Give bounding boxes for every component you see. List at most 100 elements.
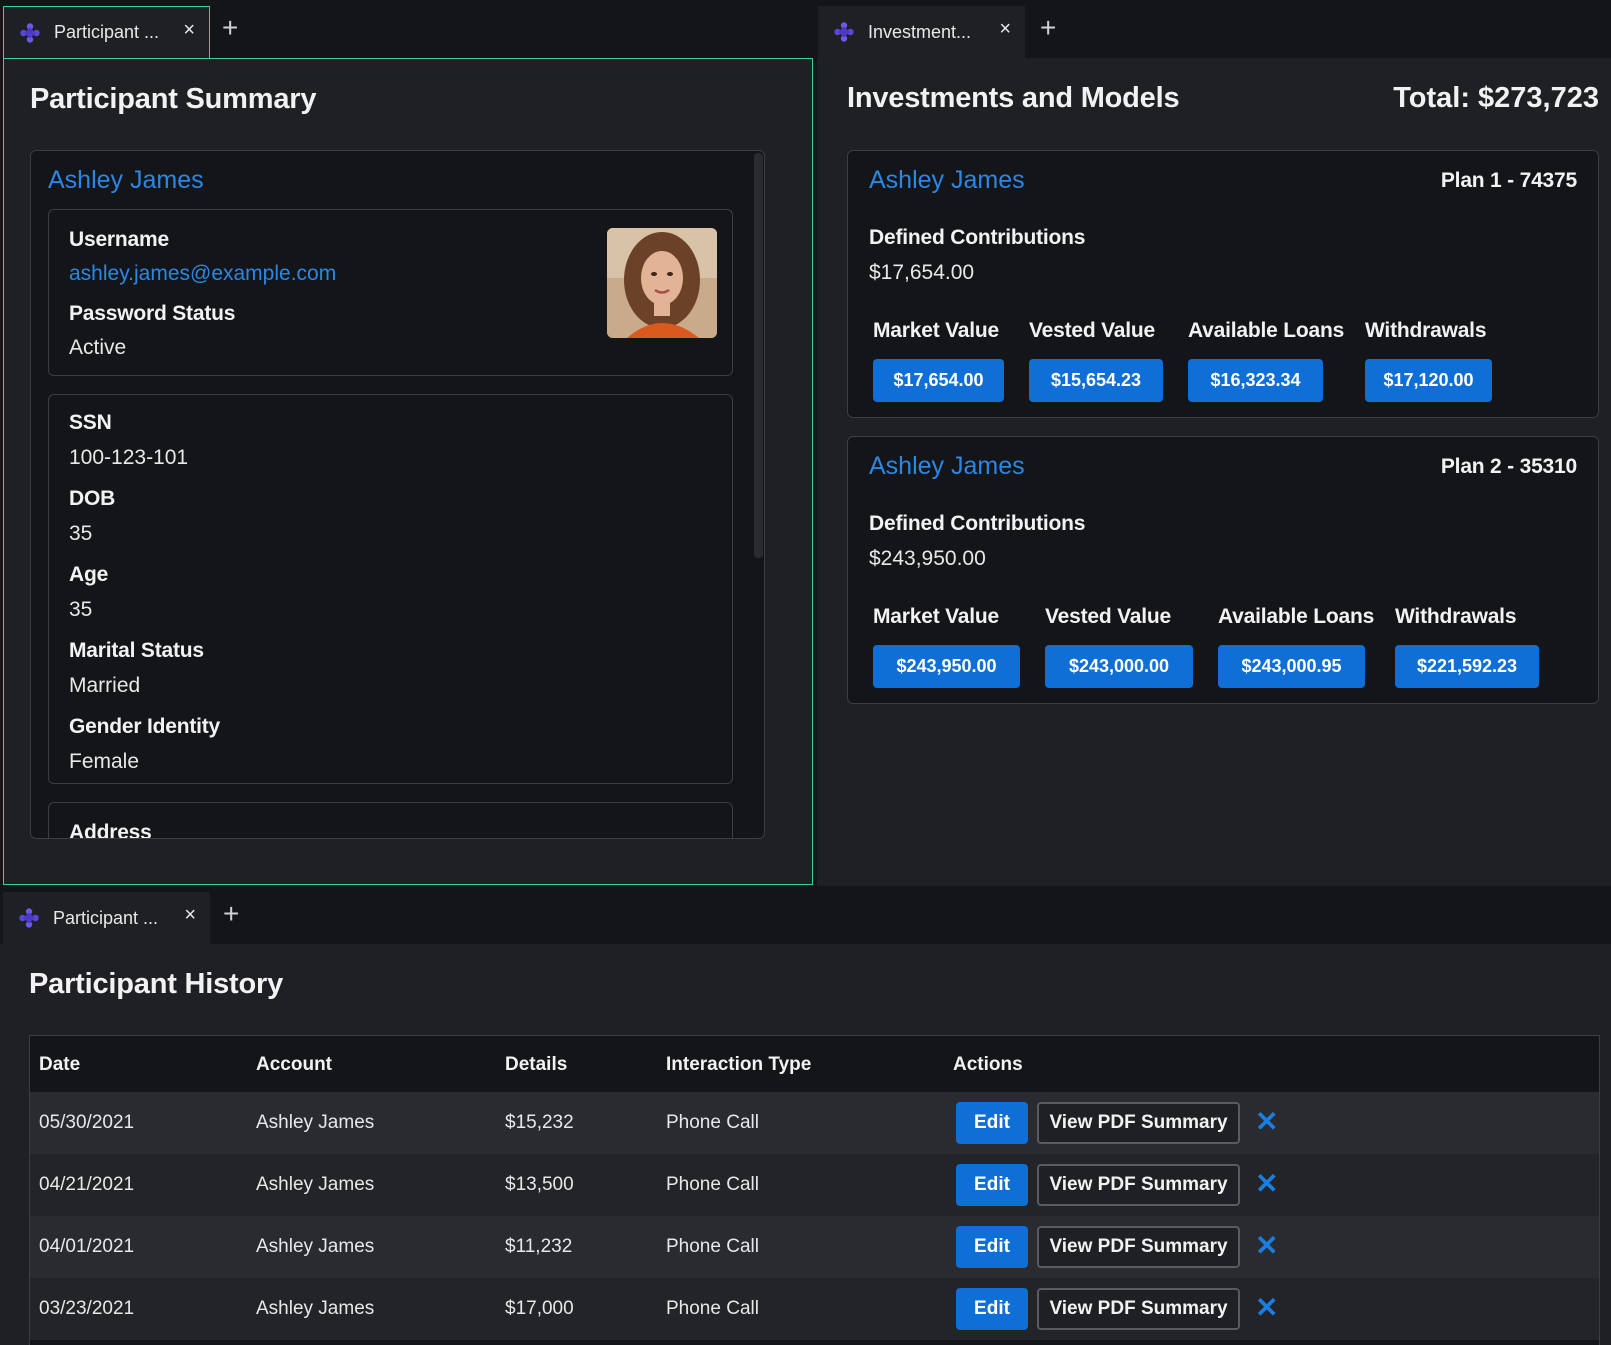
cell-account: Ashley James [256,1112,375,1133]
defined-contributions-label: Defined Contributions [869,226,1086,249]
defined-contributions-value: $17,654.00 [869,261,975,284]
marital-status-value: Married [69,674,141,697]
view-pdf-summary-button[interactable]: View PDF Summary [1037,1164,1240,1206]
cell-details: $13,500 [505,1174,574,1195]
page-title: Participant Summary [30,83,317,115]
withdrawals-badge[interactable]: $221,592.23 [1395,645,1539,688]
cell-interaction-type: Phone Call [666,1298,759,1319]
plan-id: Plan 2 - 35310 [1440,455,1577,478]
withdrawals-badge[interactable]: $17,120.00 [1365,359,1492,402]
age-value: 35 [69,598,93,621]
view-pdf-summary-button[interactable]: View PDF Summary [1037,1226,1240,1268]
history-tabstrip [0,886,1611,942]
investments-pane: Investment... × + Investments and Models… [817,0,1611,888]
edit-button[interactable]: Edit [956,1288,1028,1330]
withdrawals-label: Withdrawals [1365,319,1487,342]
tab-label: Investment... [868,21,972,42]
scrollbar-thumb[interactable] [754,153,763,558]
avatar-photo-icon [607,228,717,338]
new-tab-button[interactable]: + [222,14,238,42]
edit-button[interactable]: Edit [956,1226,1028,1268]
edit-button[interactable]: Edit [956,1164,1028,1206]
available-loans-label: Available Loans [1188,319,1345,342]
vested-value-label: Vested Value [1045,605,1172,628]
cell-interaction-type: Phone Call [666,1112,759,1133]
username-label: Username [69,228,169,251]
edit-button[interactable]: Edit [956,1102,1028,1144]
delete-x-icon[interactable]: ✕ [1255,1229,1278,1262]
participant-name-link[interactable]: Ashley James [48,166,204,195]
cell-interaction-type: Phone Call [666,1174,759,1195]
market-value-badge[interactable]: $17,654.00 [873,359,1004,402]
view-pdf-summary-button[interactable]: View PDF Summary [1037,1288,1240,1330]
participant-history-pane: Participant ... × + Participant History … [0,886,1611,1345]
avatar [607,228,717,338]
dob-label: DOB [69,487,116,510]
app-logo-icon [19,908,39,928]
cell-details: $11,232 [505,1236,573,1257]
tab-participant-history[interactable]: Participant ... × [3,892,210,944]
history-content: Participant History Date Account Details… [0,944,1611,1345]
cell-date: 04/01/2021 [39,1236,135,1257]
table-row: 04/01/2021 Ashley James $11,232 Phone Call E… [30,1216,1599,1278]
ssn-label: SSN [69,411,112,434]
market-value-badge[interactable]: $243,950.00 [873,645,1020,688]
cell-date: 05/30/2021 [39,1112,135,1133]
plan-participant-name[interactable]: Ashley James [869,452,1025,481]
close-icon[interactable]: × [183,19,195,42]
app-logo-icon [20,22,40,43]
close-icon[interactable]: × [184,904,196,927]
column-header-date[interactable]: Date [39,1054,80,1076]
tab-investments[interactable]: Investment... × [818,6,1025,58]
password-status-label: Password Status [69,302,236,325]
marital-status-label: Marital Status [69,639,204,662]
vested-value-badge[interactable]: $243,000.00 [1045,645,1193,688]
vested-value-label: Vested Value [1029,319,1156,342]
available-loans-label: Available Loans [1218,605,1375,628]
participant-card: Ashley James Username ashley.james@examp… [30,150,765,839]
participant-summary-pane: Participant ... × + Participant Summary … [0,0,814,888]
history-table: Date Account Details Interaction Type Ac… [29,1035,1600,1345]
column-header-account[interactable]: Account [256,1054,332,1076]
account-credentials-box: Username ashley.james@example.com Passwo… [48,209,733,376]
tab-label: Participant ... [54,22,160,42]
username-link[interactable]: ashley.james@example.com [69,262,336,286]
dob-value: 35 [69,522,93,545]
personal-details-box: SSN 100-123-101 DOB 35 Age 35 Marital St… [48,394,733,784]
delete-x-icon[interactable]: ✕ [1255,1105,1278,1138]
column-header-interaction-type[interactable]: Interaction Type [666,1054,811,1076]
cell-account: Ashley James [256,1298,375,1319]
cell-account: Ashley James [256,1174,375,1195]
column-header-details[interactable]: Details [505,1054,567,1076]
available-loans-badge[interactable]: $243,000.95 [1218,645,1365,688]
plan-participant-name[interactable]: Ashley James [869,166,1025,195]
investments-content: Investments and Models Total: $273,723 A… [817,58,1611,888]
defined-contributions-value: $243,950.00 [869,547,986,570]
tab-participant-summary[interactable]: Participant ... × [3,6,210,58]
cell-date: 03/23/2021 [39,1298,135,1319]
new-tab-button[interactable]: + [223,900,239,928]
plan-card: Ashley James Plan 1 - 74375 Defined Cont… [847,150,1599,418]
page-title: Participant History [29,968,284,1000]
cell-details: $15,232 [505,1112,574,1133]
table-row: 03/23/2021 Ashley James $17,000 Phone Call E… [30,1278,1599,1340]
delete-x-icon[interactable]: ✕ [1255,1291,1278,1324]
address-label: Address [69,821,152,839]
summary-content: Participant Summary Ashley James Usernam… [3,58,813,885]
column-header-actions: Actions [953,1054,1023,1075]
vested-value-badge[interactable]: $15,654.23 [1029,359,1163,402]
available-loans-badge[interactable]: $16,323.34 [1188,359,1323,402]
new-tab-button[interactable]: + [1040,14,1056,42]
plan-id: Plan 1 - 74375 [1440,169,1577,192]
delete-x-icon[interactable]: ✕ [1255,1167,1278,1200]
view-pdf-summary-button[interactable]: View PDF Summary [1037,1102,1240,1144]
market-value-label: Market Value [873,319,999,342]
scrollbar-track[interactable] [753,153,763,835]
ssn-value: 100-123-101 [69,446,189,469]
cell-details: $17,000 [505,1298,574,1319]
close-icon[interactable]: × [999,18,1011,41]
age-label: Age [69,563,109,586]
table-row: 05/30/2021 Ashley James $15,232 Phone Call E… [30,1092,1599,1154]
plan-card: Ashley James Plan 2 - 35310 Defined Cont… [847,436,1599,704]
address-box: Address [48,802,733,839]
